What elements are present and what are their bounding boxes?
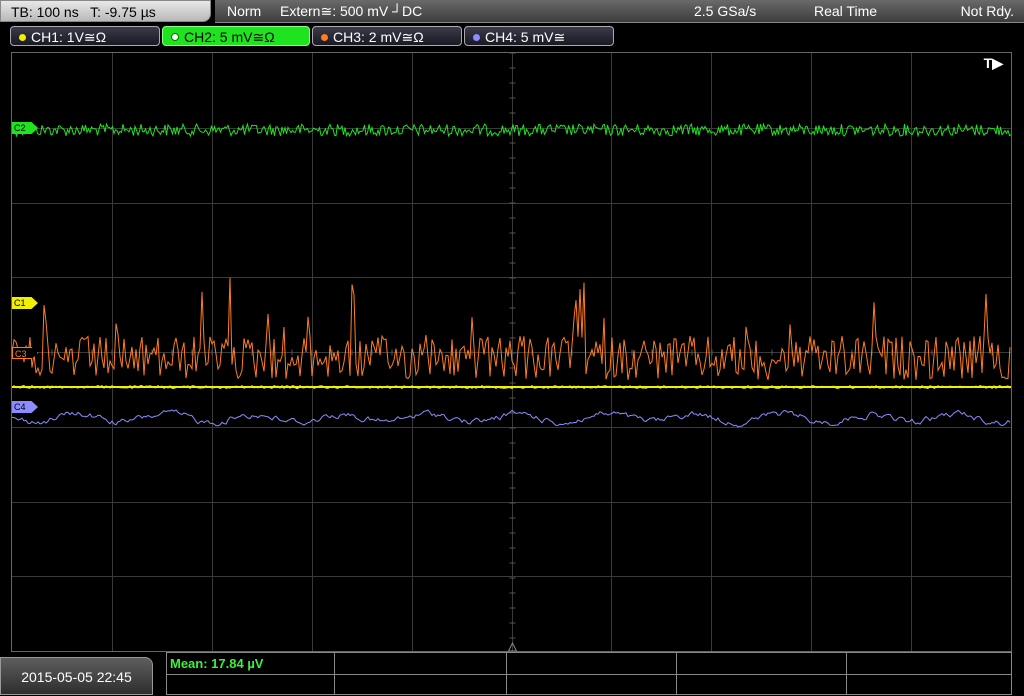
sample-rate[interactable]: 2.5 GSa/s <box>694 0 756 22</box>
measurement-cell[interactable] <box>167 674 335 695</box>
waveform-display[interactable]: T▶ C2 C1 C3 C4 <box>11 52 1012 652</box>
measurement-panel: Mean: 17.84 µV <box>166 652 1012 695</box>
timebase-readout[interactable]: TB: 100 ns T: -9.75 µs <box>0 0 211 22</box>
acquisition-status-strip: Norm Extern≅: 500 mV ┘DC 2.5 GSa/s Real … <box>215 0 1024 23</box>
ch1-dot-icon <box>19 34 26 41</box>
acquisition-mode[interactable]: Real Time <box>814 0 877 22</box>
measurement-cell[interactable] <box>335 653 507 674</box>
mean-value: Mean: 17.84 µV <box>170 656 264 671</box>
waveform-canvas[interactable] <box>12 53 1011 651</box>
timestamp: 2015-05-05 22:45 <box>0 657 153 695</box>
ch4-dot-icon <box>473 34 480 41</box>
ch3-label: CH3: 2 mV≅Ω <box>333 29 424 45</box>
measurement-cell[interactable] <box>335 674 507 695</box>
run-status: Not Rdy. <box>960 3 1014 19</box>
measurement-cell[interactable] <box>677 653 847 674</box>
ch3-dot-icon <box>321 34 328 41</box>
ch1-label: CH1: 1V≅Ω <box>31 29 107 45</box>
ch4-label: CH4: 5 mV≅ <box>485 29 566 45</box>
channel-tab-ch2[interactable]: CH2: 5 mV≅Ω <box>162 26 310 46</box>
channel-tab-ch4[interactable]: CH4: 5 mV≅ <box>464 26 614 46</box>
ch2-label: CH2: 5 mV≅Ω <box>184 29 275 45</box>
top-status-bar: TB: 100 ns T: -9.75 µs Norm Extern≅: 500… <box>0 0 1024 24</box>
trigger-position-indicator: T▶ <box>983 55 1003 71</box>
measurement-cell[interactable] <box>677 674 847 695</box>
trigger-source[interactable]: Extern≅: 500 mV ┘DC <box>280 0 422 22</box>
measurement-cell[interactable] <box>507 653 677 674</box>
trigger-mode[interactable]: Norm <box>227 0 261 22</box>
ch2-dot-icon <box>171 33 179 41</box>
measurement-row-2 <box>167 674 1011 695</box>
ch4-waveform <box>12 409 1011 428</box>
ch2-waveform <box>12 122 1011 138</box>
channel-tab-ch3[interactable]: CH3: 2 mV≅Ω <box>312 26 462 46</box>
channel-tabs: CH1: 1V≅Ω CH2: 5 mV≅Ω CH3: 2 mV≅Ω CH4: 5… <box>0 26 1024 48</box>
measurement-cell[interactable] <box>507 674 677 695</box>
measurement-cell-mean[interactable]: Mean: 17.84 µV <box>167 653 335 674</box>
channel-tab-ch1[interactable]: CH1: 1V≅Ω <box>10 26 160 46</box>
measurement-row-1: Mean: 17.84 µV <box>167 653 1011 675</box>
